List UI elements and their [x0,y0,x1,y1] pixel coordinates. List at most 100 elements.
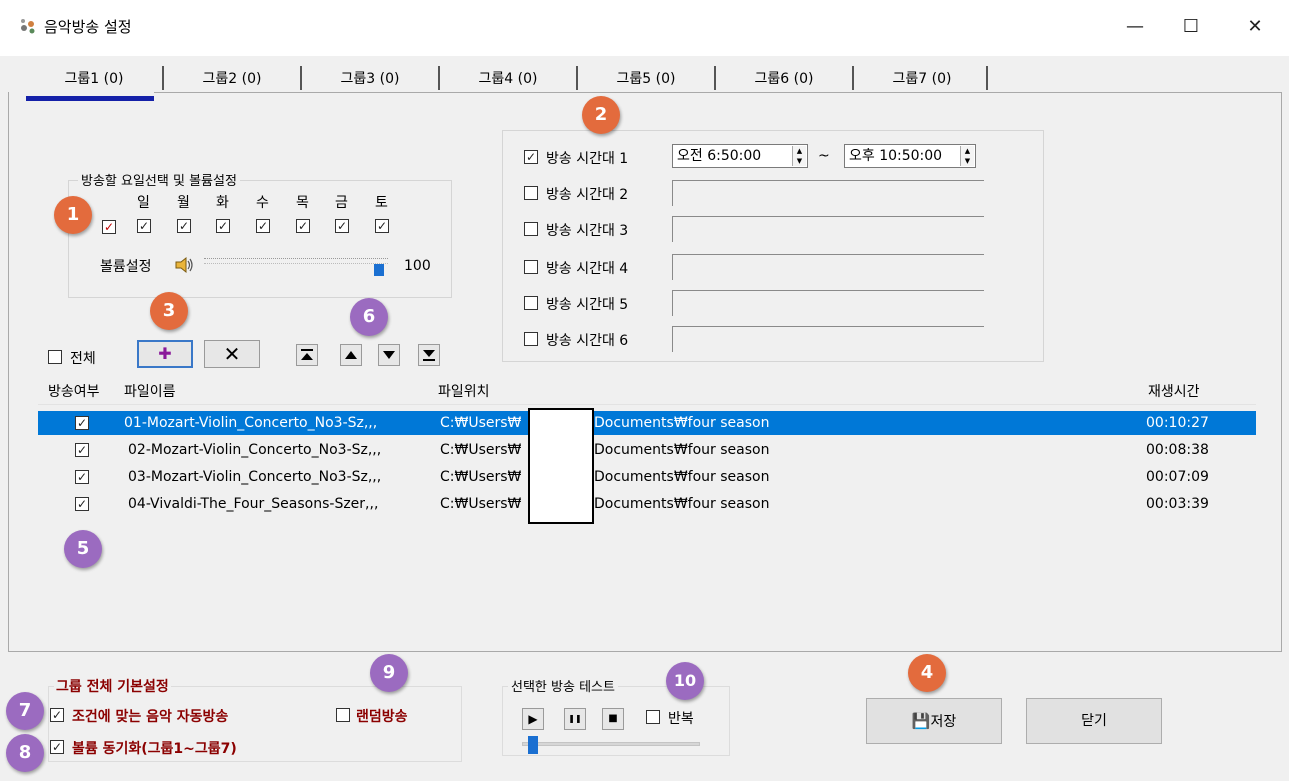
row-filename: 04-Vivaldi-The_Four_Seasons-Szer,,, [128,496,379,512]
tab-group1[interactable]: 그룹1 (0) [30,62,158,96]
row-broadcast-checkbox[interactable] [75,470,89,484]
delete-file-button[interactable]: ✕ [204,340,260,368]
day-checkbox-thu[interactable] [296,219,310,233]
row-duration: 00:10:27 [1146,415,1209,431]
move-up-button[interactable] [340,344,362,366]
tab-separator [714,66,716,90]
tab-separator [438,66,440,90]
stop-button[interactable]: ■ [602,708,624,730]
time-slot6-field[interactable] [672,326,984,352]
col-header-duration[interactable]: 재생시간 [1148,380,1200,404]
random-play-checkbox[interactable] [336,708,350,722]
auto-play-label: 조건에 맞는 음악 자동방송 [72,709,229,725]
table-row[interactable]: 04-Vivaldi-The_Four_Seasons-Szer,,, C:₩U… [38,492,1256,516]
time-slot5-checkbox[interactable] [524,296,538,310]
col-header-broadcast[interactable]: 방송여부 [48,380,100,404]
time-slot5-label: 방송 시간대 5 [546,297,629,313]
row-broadcast-checkbox[interactable] [75,443,89,457]
day-checkbox-mon[interactable] [177,219,191,233]
repeat-checkbox[interactable] [646,710,660,724]
time-slot1-label: 방송 시간대 1 [546,151,629,167]
volume-slider-track[interactable] [204,258,388,264]
pause-button[interactable]: ❚❚ [564,708,586,730]
move-down-button[interactable] [378,344,400,366]
play-button[interactable]: ▶ [522,708,544,730]
select-all-checkbox[interactable] [48,350,62,364]
move-top-button[interactable] [296,344,318,366]
tab-group3[interactable]: 그룹3 (0) [306,62,434,96]
time-slot5-field[interactable] [672,290,984,316]
time-slot1-checkbox[interactable] [524,150,538,164]
speaker-icon [175,256,193,274]
start-spinner[interactable]: ▲ ▼ [792,146,806,166]
row-path-start: C:₩Users₩ [440,415,522,431]
badge-5: 5 [64,530,102,568]
col-header-filename[interactable]: 파일이름 [124,380,176,404]
save-label: 저장 [930,714,957,730]
day-checkbox-sat[interactable] [375,219,389,233]
badge-1: 1 [54,196,92,234]
volume-sync-checkbox[interactable] [50,740,64,754]
tab-group7[interactable]: 그룹7 (0) [858,62,986,96]
day-checkbox-tue[interactable] [216,219,230,233]
group-settings-title: 그룹 전체 기본설정 [54,676,171,696]
row-duration: 00:07:09 [1146,469,1209,485]
save-icon: 💾 [911,712,931,730]
test-progress-track[interactable] [522,742,700,746]
close-button[interactable]: 닫기 [1026,698,1162,744]
day-label-wed: 수 [256,195,269,211]
badge-4: 4 [908,654,946,692]
volume-value: 100 [404,258,431,274]
save-button[interactable]: 💾저장 [866,698,1002,744]
window-title: 음악방송 설정 [44,18,132,36]
time-slot1-start-value: 오전 6:50:00 [677,148,762,164]
add-file-button[interactable]: ✚ [137,340,193,368]
tab-separator [162,66,164,90]
move-bottom-icon [423,350,435,361]
move-top-icon [301,349,313,360]
time-slot6-checkbox[interactable] [524,332,538,346]
all-days-checkbox[interactable]: ✓ [102,220,116,234]
table-row[interactable]: 02-Mozart-Violin_Concerto_No3-Sz,,, C:₩U… [38,438,1256,462]
time-slot2-checkbox[interactable] [524,186,538,200]
move-bottom-button[interactable] [418,344,440,366]
day-label-thu: 목 [296,195,309,211]
tab-group2[interactable]: 그룹2 (0) [168,62,296,96]
day-checkbox-fri[interactable] [335,219,349,233]
table-row[interactable]: 01-Mozart-Violin_Concerto_No3-Sz,,, C:₩U… [38,411,1256,435]
row-broadcast-checkbox[interactable] [75,416,89,430]
title-bar [0,0,1289,56]
table-row[interactable]: 03-Mozart-Violin_Concerto_No3-Sz,,, C:₩U… [38,465,1256,489]
time-slot4-checkbox[interactable] [524,260,538,274]
col-header-filepath[interactable]: 파일위치 [438,380,490,404]
close-window-button[interactable]: ✕ [1240,14,1270,40]
row-broadcast-checkbox[interactable] [75,497,89,511]
time-slot1-start[interactable]: 오전 6:50:00 ▲ ▼ [672,144,808,168]
day-label-tue: 화 [216,195,229,211]
stop-icon: ■ [608,713,618,724]
end-spinner[interactable]: ▲ ▼ [960,146,974,166]
badge-7: 7 [6,692,44,730]
tab-group5[interactable]: 그룹5 (0) [582,62,710,96]
minimize-button[interactable]: — [1120,14,1150,40]
close-label: 닫기 [1081,713,1107,729]
play-icon: ▶ [528,712,538,726]
time-slot1-end[interactable]: 오후 10:50:00 ▲ ▼ [844,144,976,168]
time-slot3-checkbox[interactable] [524,222,538,236]
volume-slider-thumb[interactable] [374,264,384,276]
badge-8: 8 [6,734,44,772]
select-all-label: 전체 [70,351,96,367]
test-progress-thumb[interactable] [528,736,538,754]
time-slot3-field[interactable] [672,216,984,242]
day-checkbox-sun[interactable] [137,219,151,233]
active-tab-indicator [26,96,154,101]
time-slot4-field[interactable] [672,254,984,280]
day-checkbox-wed[interactable] [256,219,270,233]
auto-play-checkbox[interactable] [50,708,64,722]
file-table: 방송여부 파일이름 파일위치 재생시간 01-Mozart-Violin_Con… [38,380,1256,524]
tab-group6[interactable]: 그룹6 (0) [720,62,848,96]
tab-group4[interactable]: 그룹4 (0) [444,62,572,96]
time-slot2-field[interactable] [672,180,984,206]
test-group-title: 선택한 방송 테스트 [508,676,618,695]
maximize-button[interactable]: ☐ [1176,14,1206,40]
